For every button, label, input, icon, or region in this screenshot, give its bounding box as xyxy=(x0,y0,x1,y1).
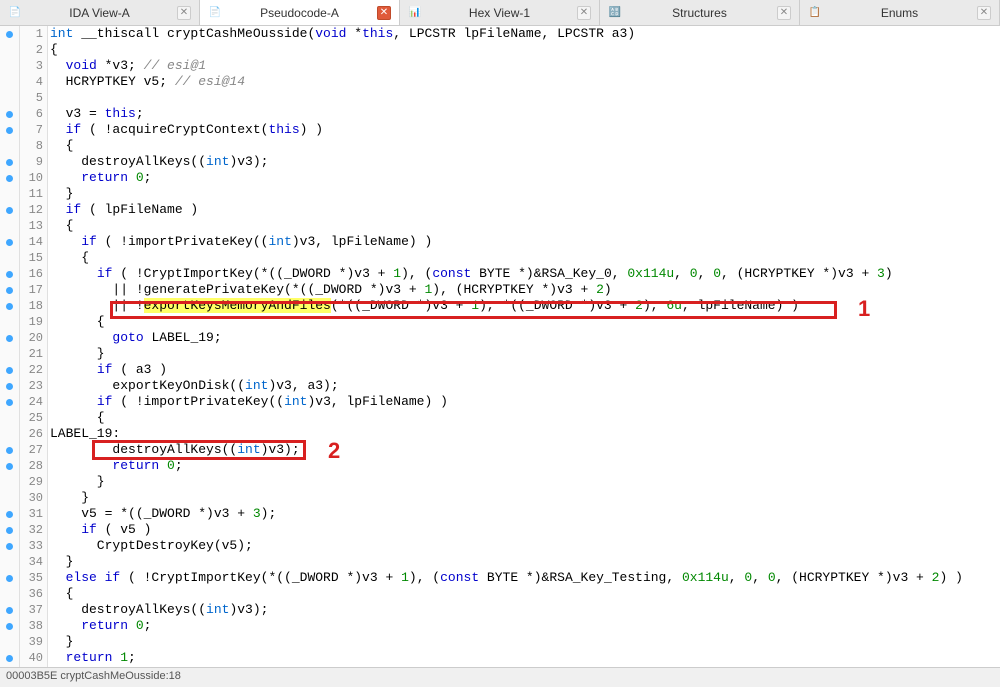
close-icon[interactable]: ✕ xyxy=(177,6,191,20)
tab-label: Enums xyxy=(828,6,971,20)
close-icon[interactable]: ✕ xyxy=(777,6,791,20)
tab-icon: 📄 xyxy=(208,6,222,20)
tab-icon: 🔠 xyxy=(608,6,622,20)
tab-ida-view-a[interactable]: 📄 IDA View-A ✕ xyxy=(0,0,200,25)
tab-structures[interactable]: 🔠 Structures ✕ xyxy=(600,0,800,25)
status-bar: 00003B5E cryptCashMeOusside:18 xyxy=(0,667,1000,687)
tab-bar: 📄 IDA View-A ✕ 📄 Pseudocode-A ✕ 📊 Hex View-1 ✕ 🔠 S… xyxy=(0,0,1000,26)
tab-label: IDA View-A xyxy=(28,6,171,20)
tab-icon: 📊 xyxy=(408,6,422,20)
tab-label: Hex View-1 xyxy=(428,6,571,20)
code-editor: 1234567891011121314151617181920212223242… xyxy=(0,26,1000,667)
tab-enums[interactable]: 📋 Enums ✕ xyxy=(800,0,1000,25)
code-area[interactable]: int __thiscall cryptCashMeOusside(void *… xyxy=(48,26,1000,667)
close-icon[interactable]: ✕ xyxy=(577,6,591,20)
breakpoint-column[interactable] xyxy=(0,26,20,667)
tab-icon: 📋 xyxy=(808,6,822,20)
line-number-gutter: 1234567891011121314151617181920212223242… xyxy=(20,26,48,667)
tab-hex-view-1[interactable]: 📊 Hex View-1 ✕ xyxy=(400,0,600,25)
annotation-label-2: 2 xyxy=(328,438,340,464)
annotation-label-1: 1 xyxy=(858,296,870,322)
code-content[interactable]: int __thiscall cryptCashMeOusside(void *… xyxy=(50,26,1000,666)
tab-icon: 📄 xyxy=(8,6,22,20)
tab-label: Pseudocode-A xyxy=(228,6,371,20)
close-icon[interactable]: ✕ xyxy=(377,6,391,20)
close-icon[interactable]: ✕ xyxy=(977,6,991,20)
tab-pseudocode-a[interactable]: 📄 Pseudocode-A ✕ xyxy=(200,0,400,25)
tab-label: Structures xyxy=(628,6,771,20)
